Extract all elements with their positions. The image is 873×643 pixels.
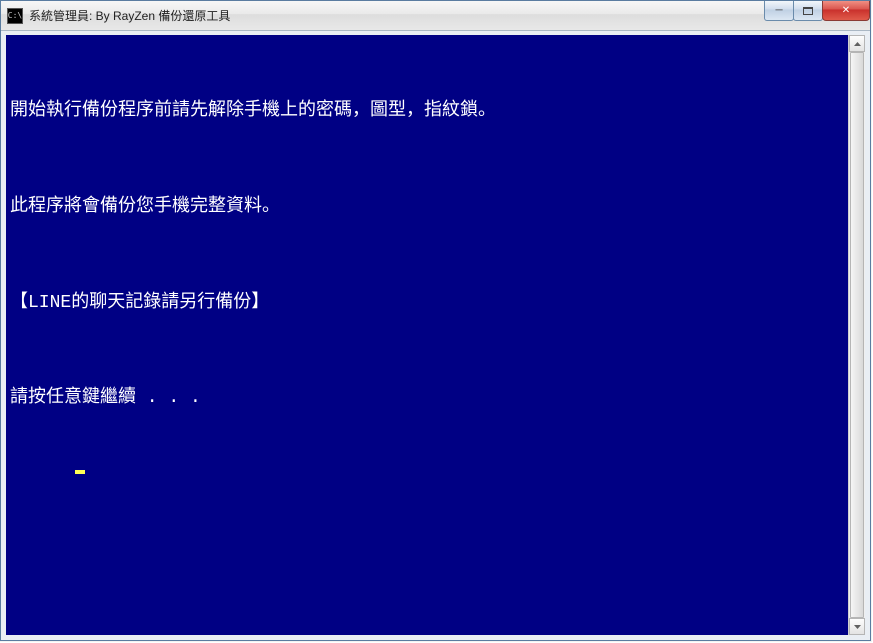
scroll-down-button[interactable] xyxy=(849,618,865,635)
console-line: 【LINE的聊天記錄請另行備份】 xyxy=(10,291,844,316)
console-output: 開始執行備份程序前請先解除手機上的密碼，圖型，指紋鎖。 此程序將會備份您手機完整… xyxy=(6,35,848,635)
minimize-button[interactable]: ─ xyxy=(764,1,794,21)
close-button[interactable]: ✕ xyxy=(822,1,870,21)
window-title: 系統管理員: By RayZen 備份還原工具 xyxy=(29,7,230,24)
scroll-track[interactable] xyxy=(849,52,865,618)
chevron-up-icon xyxy=(854,42,861,46)
app-window: C:\ 系統管理員: By RayZen 備份還原工具 ─ ✕ 開始執行備份程序… xyxy=(0,0,871,641)
close-icon: ✕ xyxy=(842,5,850,16)
minimize-icon: ─ xyxy=(775,5,782,16)
vertical-scrollbar[interactable] xyxy=(848,35,865,635)
titlebar[interactable]: C:\ 系統管理員: By RayZen 備份還原工具 ─ ✕ xyxy=(1,1,870,31)
client-area: 開始執行備份程序前請先解除手機上的密碼，圖型，指紋鎖。 此程序將會備份您手機完整… xyxy=(1,31,870,640)
scroll-thumb[interactable] xyxy=(850,52,864,618)
maximize-button[interactable] xyxy=(793,1,823,21)
window-controls: ─ ✕ xyxy=(765,1,870,21)
console-line: 開始執行備份程序前請先解除手機上的密碼，圖型，指紋鎖。 xyxy=(10,99,844,124)
scroll-up-button[interactable] xyxy=(849,35,865,52)
cmd-icon: C:\ xyxy=(7,8,23,24)
console-line: 請按任意鍵繼續 . . . xyxy=(10,386,844,411)
maximize-icon xyxy=(803,7,813,15)
chevron-down-icon xyxy=(854,625,861,629)
console-line: 此程序將會備份您手機完整資料。 xyxy=(10,195,844,220)
text-cursor xyxy=(75,470,85,474)
